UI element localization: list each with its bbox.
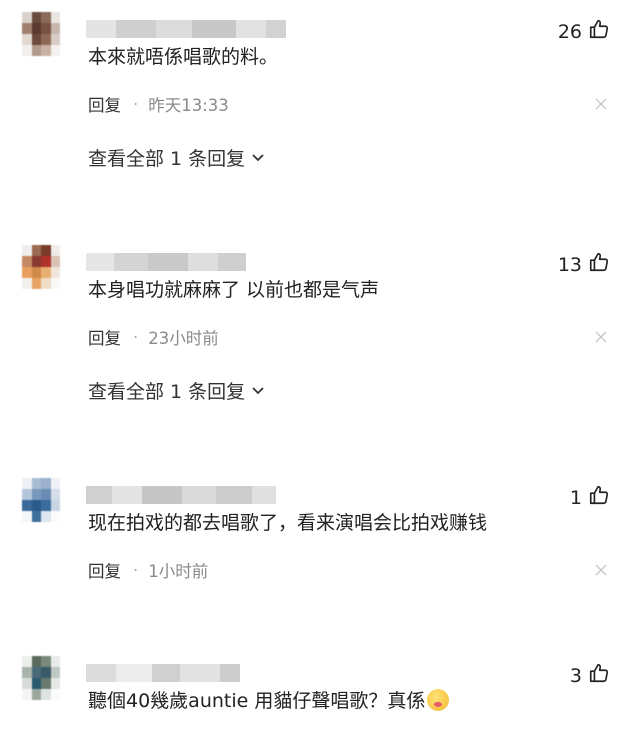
reply-button[interactable]: 回复 [88, 325, 121, 349]
like-count: 3 [569, 664, 582, 687]
timestamp: 1小时前 [148, 562, 209, 581]
like-count: 1 [569, 486, 582, 509]
thumbs-up-icon [588, 662, 610, 689]
close-icon[interactable] [594, 96, 608, 110]
comment-text: 聽個40幾歲auntie 用貓仔聲唱歌？真係 [88, 690, 426, 712]
separator: · [133, 560, 139, 580]
kissing-face-emoji-icon [427, 689, 450, 711]
comment-meta: 回复 · 昨天13:33 [88, 92, 229, 116]
avatar[interactable] [22, 478, 60, 522]
username-blurred[interactable] [86, 662, 240, 684]
username-blurred[interactable] [86, 18, 286, 40]
timestamp: 23小时前 [148, 329, 219, 348]
thumbs-up-icon [588, 18, 610, 45]
like-button[interactable]: 26 [558, 18, 610, 45]
avatar[interactable] [22, 656, 60, 700]
view-all-replies-button[interactable]: 查看全部 1 条回复 [88, 144, 265, 171]
chevron-down-icon [249, 147, 265, 169]
like-count: 13 [557, 253, 582, 276]
comment-meta: 回复 · 1小时前 [88, 558, 208, 582]
separator: · [133, 94, 139, 114]
comment-text: 现在拍戏的都去唱歌了，看来演唱会比拍戏赚钱 [88, 512, 488, 534]
view-all-replies-label: 查看全部 1 条回复 [88, 381, 246, 403]
comment-text: 本身唱功就麻麻了 以前也都是气声 [88, 279, 380, 301]
thumbs-up-icon [588, 251, 610, 278]
chevron-down-icon [249, 380, 265, 402]
like-button[interactable]: 3 [570, 662, 610, 689]
thumbs-up-icon [588, 484, 610, 511]
like-button[interactable]: 1 [570, 484, 610, 511]
close-icon[interactable] [594, 562, 608, 576]
like-button[interactable]: 13 [558, 251, 610, 278]
comment-text: 本來就唔係唱歌的料。 [88, 46, 279, 68]
reply-button[interactable]: 回复 [88, 558, 121, 582]
view-all-replies-label: 查看全部 1 条回复 [88, 148, 246, 170]
username-blurred[interactable] [86, 251, 246, 273]
reply-button[interactable]: 回复 [88, 92, 121, 116]
avatar[interactable] [22, 245, 60, 289]
comment-text-row: 聽個40幾歲auntie 用貓仔聲唱歌？真係 [88, 686, 450, 713]
comment-meta: 回复 · 23小时前 [88, 325, 219, 349]
timestamp: 昨天13:33 [148, 96, 229, 115]
avatar[interactable] [22, 12, 60, 56]
like-count: 26 [557, 20, 582, 43]
view-all-replies-button[interactable]: 查看全部 1 条回复 [88, 377, 265, 404]
username-blurred[interactable] [86, 484, 276, 506]
separator: · [133, 327, 139, 347]
close-icon[interactable] [594, 329, 608, 343]
